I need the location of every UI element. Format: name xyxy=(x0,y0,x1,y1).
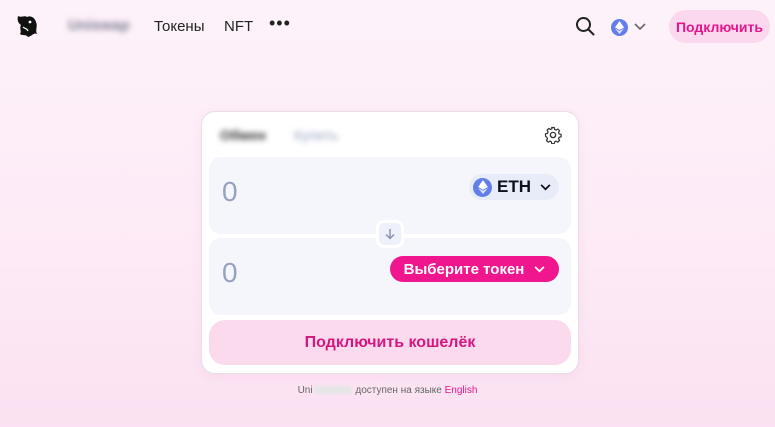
language-link[interactable]: English xyxy=(445,385,478,396)
ethereum-icon xyxy=(473,177,492,197)
buy-panel: 0 Выберите токен xyxy=(209,238,571,315)
network-selector[interactable] xyxy=(611,14,659,40)
connect-wallet-button[interactable]: Подключить кошелёк xyxy=(209,320,571,365)
ethereum-icon xyxy=(611,18,628,36)
tab-swap[interactable]: Обмен xyxy=(220,127,266,143)
chevron-down-icon xyxy=(540,183,551,190)
sell-amount-input[interactable]: 0 xyxy=(222,176,238,208)
select-token-button[interactable]: Выберите токен xyxy=(390,256,559,282)
unicorn-logo-icon[interactable] xyxy=(14,12,40,40)
search-icon[interactable] xyxy=(575,16,595,36)
chevron-down-icon xyxy=(634,23,646,31)
select-token-label: Выберите токен xyxy=(403,260,525,278)
footer-brand-prefix: Uni xyxy=(297,385,313,396)
sell-token-label: ETH xyxy=(497,177,531,196)
more-menu-icon[interactable]: ••• xyxy=(269,13,291,34)
redacted-brand-suffix xyxy=(314,386,351,395)
language-notice: Uni доступен на языке English xyxy=(0,385,775,396)
nav-tokens-link[interactable]: Токены xyxy=(154,18,204,35)
chevron-down-icon xyxy=(534,265,545,272)
tab-buy[interactable]: Купить xyxy=(294,127,338,143)
arrow-down-icon xyxy=(385,229,395,240)
brand-link[interactable]: Uniswap xyxy=(68,17,130,34)
top-navigation: Uniswap Токены NFT ••• Подключить xyxy=(0,0,775,54)
buy-amount-input[interactable]: 0 xyxy=(222,257,238,289)
swap-card: Обмен Купить 0 ETH 0 Выберите токен Подк… xyxy=(201,111,579,374)
sell-token-selector[interactable]: ETH xyxy=(469,174,559,200)
settings-gear-icon[interactable] xyxy=(544,126,562,144)
connect-button[interactable]: Подключить xyxy=(669,10,770,43)
switch-tokens-button[interactable] xyxy=(376,220,404,248)
footer-text: доступен на языке xyxy=(355,385,442,396)
nav-nft-link[interactable]: NFT xyxy=(224,18,253,35)
